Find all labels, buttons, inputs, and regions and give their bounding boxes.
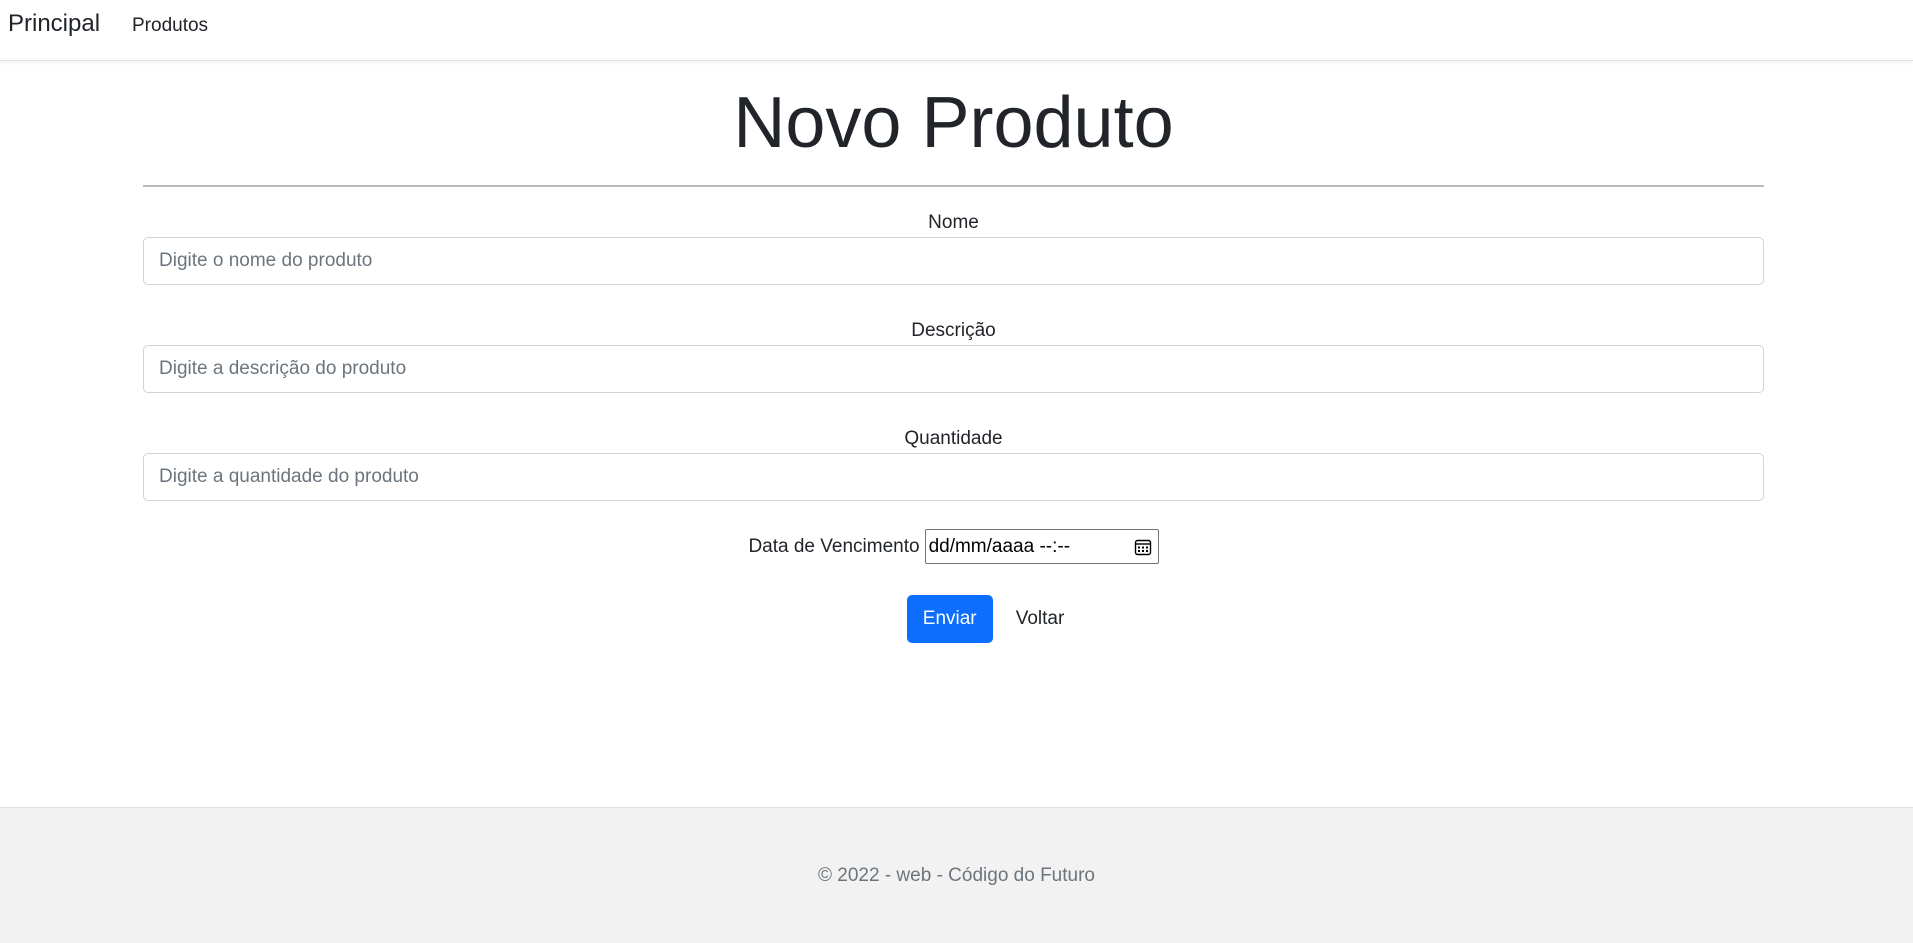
vencimento-datetime-value: dd/mm/aaaa --:-- <box>928 535 1071 557</box>
nome-label: Nome <box>928 212 979 233</box>
quantidade-label: Quantidade <box>904 428 1003 449</box>
navbar-brand[interactable]: Principal <box>8 10 100 38</box>
quantidade-input[interactable] <box>143 453 1764 501</box>
top-navbar: Principal Produtos <box>0 0 1913 61</box>
nome-input[interactable] <box>143 237 1764 285</box>
footer-copyright: © 2022 - web - Código do Futuro <box>818 865 1095 886</box>
calendar-icon[interactable] <box>1134 538 1152 556</box>
enviar-button[interactable]: Enviar <box>906 595 993 643</box>
descricao-group: Descrição <box>143 319 1764 393</box>
page-footer: © 2022 - web - Código do Futuro <box>0 807 1913 943</box>
vencimento-datetime-input[interactable]: dd/mm/aaaa --:-- <box>924 529 1159 564</box>
form-actions: Enviar Voltar <box>143 595 1764 643</box>
page-title: Novo Produto <box>733 83 1174 163</box>
quantidade-group: Quantidade <box>143 427 1764 501</box>
nav-link-produtos[interactable]: Produtos <box>132 15 208 37</box>
descricao-label: Descrição <box>911 320 996 341</box>
descricao-input[interactable] <box>143 345 1764 393</box>
vencimento-group: Data de Vencimento dd/mm/aaaa --:-- <box>143 529 1764 564</box>
voltar-button[interactable]: Voltar <box>1004 595 1077 643</box>
vencimento-label: Data de Vencimento <box>748 535 920 557</box>
title-divider <box>143 185 1764 187</box>
nome-group: Nome <box>143 211 1764 285</box>
